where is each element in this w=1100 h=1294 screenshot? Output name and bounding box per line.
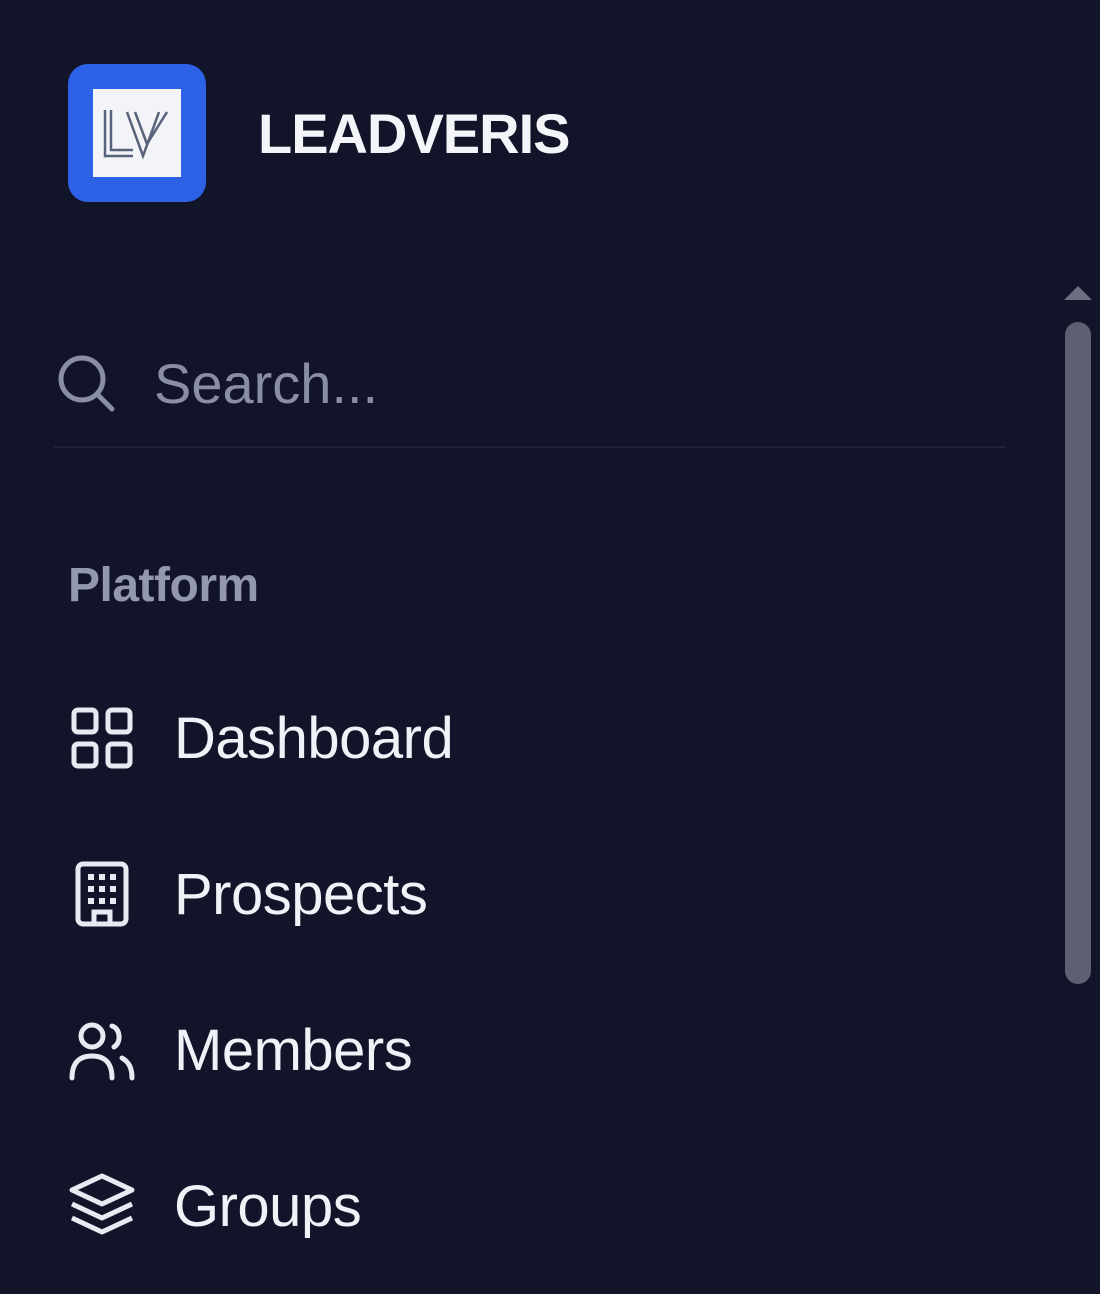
search-input[interactable] <box>154 350 854 416</box>
section-label-platform: Platform <box>68 559 259 612</box>
brand-name: LEADVERIS <box>258 101 570 165</box>
search-bar[interactable] <box>54 330 1006 448</box>
sidebar-item-label: Dashboard <box>174 705 454 771</box>
sidebar-item-label: Groups <box>174 1173 362 1239</box>
brand-logo[interactable] <box>68 64 206 202</box>
users-icon <box>69 1022 135 1081</box>
brand-header[interactable]: LEADVERIS <box>68 64 570 202</box>
brand-logo-mark <box>93 89 181 177</box>
lv-logo-icon <box>103 110 169 160</box>
scrollbar-up-arrow[interactable] <box>1064 286 1092 300</box>
layers-icon <box>69 1173 135 1235</box>
sidebar-item-dashboard[interactable]: Dashboard <box>66 660 996 816</box>
scrollbar-thumb[interactable] <box>1065 322 1091 984</box>
search-icon <box>58 355 115 412</box>
sidebar-item-members[interactable]: Members <box>66 972 996 1128</box>
building-icon <box>75 861 129 927</box>
sidebar-item-label: Prospects <box>174 861 428 927</box>
sidebar-nav: Dashboard Prospects Members Groups <box>66 660 996 1284</box>
dashboard-grid-icon <box>71 707 133 769</box>
sidebar: LEADVERIS Platform Dashboard <box>0 0 1100 1294</box>
sidebar-item-label: Members <box>174 1017 413 1083</box>
sidebar-item-groups[interactable]: Groups <box>66 1128 996 1284</box>
sidebar-item-prospects[interactable]: Prospects <box>66 816 996 972</box>
